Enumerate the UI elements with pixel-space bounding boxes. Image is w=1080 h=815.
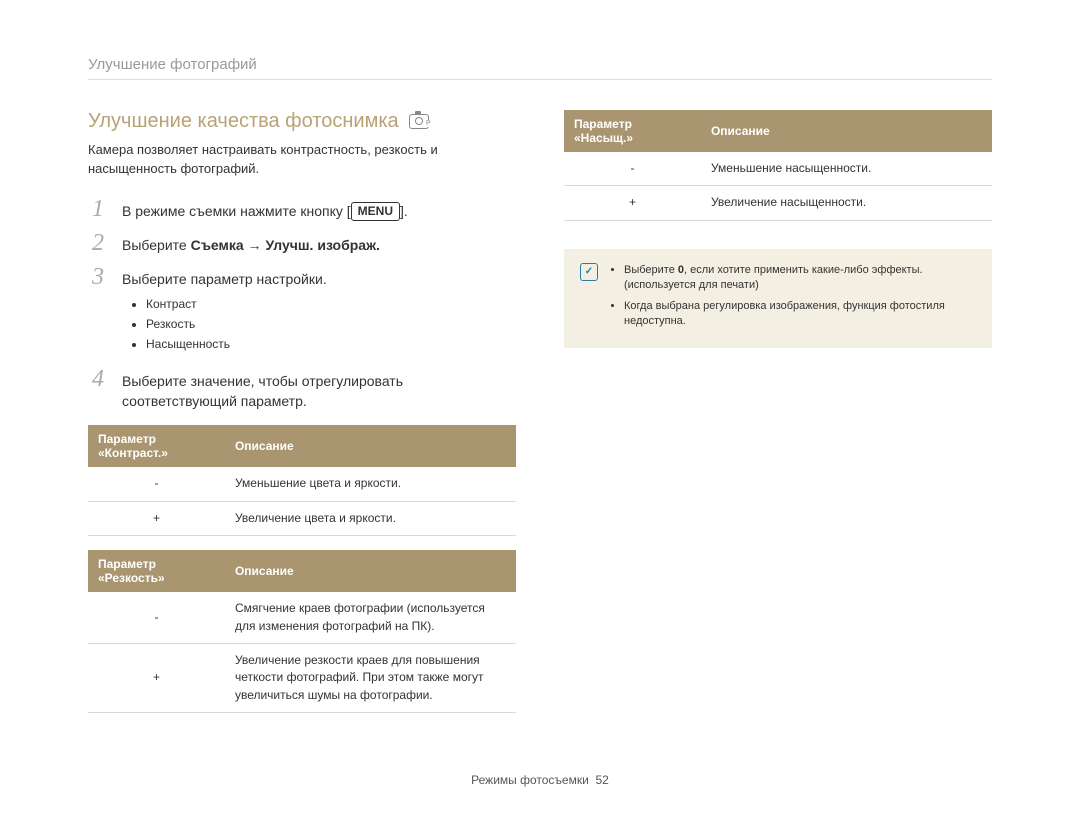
section-title-text: Улучшение качества фотоснимка: [88, 110, 399, 133]
table-row: + Увеличение цвета и яркости.: [88, 501, 516, 535]
cell-symbol: -: [88, 467, 225, 501]
step-number: 2: [88, 231, 108, 255]
th-desc: Описание: [701, 110, 992, 152]
step-3: 3 Выберите параметр настройки. Контраст …: [88, 265, 516, 356]
step-body: Выберите Съемка → Улучш. изображ.: [122, 231, 516, 255]
content-columns: Улучшение качества фотоснимка Камера поз…: [88, 110, 992, 713]
step-text-post: ].: [400, 203, 408, 219]
section-intro: Камера позволяет настраивать контрастнос…: [88, 141, 516, 179]
right-column: Параметр «Насыщ.» Описание - Уменьшение …: [564, 110, 992, 713]
table-saturation: Параметр «Насыщ.» Описание - Уменьшение …: [564, 110, 992, 221]
cell-symbol: +: [88, 501, 225, 535]
step-number: 4: [88, 367, 108, 391]
bullet-item: Насыщенность: [146, 336, 516, 353]
step-number: 3: [88, 265, 108, 289]
divider: [88, 79, 992, 80]
steps-list: 1 В режиме съемки нажмите кнопку [MENU].…: [88, 197, 516, 412]
footer-page: 52: [595, 773, 608, 787]
cell-symbol: +: [88, 644, 225, 713]
step-text-pre: Выберите: [122, 237, 191, 253]
step-text: Выберите значение, чтобы отрегулировать …: [122, 373, 403, 409]
section-title: Улучшение качества фотоснимка: [88, 110, 516, 133]
step-2: 2 Выберите Съемка → Улучш. изображ.: [88, 231, 516, 255]
note-item: Когда выбрана регулировка изображения, ф…: [624, 299, 976, 330]
bullet-item: Контраст: [146, 296, 516, 313]
note-list: Выберите 0, если хотите применить какие-…: [610, 263, 976, 335]
step-text-bold: Съемка → Улучш. изображ.: [191, 237, 380, 253]
cell-desc: Уменьшение цвета и яркости.: [225, 467, 516, 501]
bullet-item: Резкость: [146, 316, 516, 333]
step-1: 1 В режиме съемки нажмите кнопку [MENU].: [88, 197, 516, 221]
table-row: - Уменьшение цвета и яркости.: [88, 467, 516, 501]
step-body: Выберите значение, чтобы отрегулировать …: [122, 367, 516, 412]
note-icon: ✓: [580, 263, 598, 281]
page-footer: Режимы фотосъемки 52: [0, 773, 1080, 787]
cell-desc: Увеличение насыщенности.: [701, 186, 992, 220]
th-param: Параметр «Насыщ.»: [564, 110, 701, 152]
table-row: + Увеличение резкости краев для повышени…: [88, 644, 516, 713]
note-item: Выберите 0, если хотите применить какие-…: [624, 263, 976, 294]
step-body: Выберите параметр настройки. Контраст Ре…: [122, 265, 516, 356]
step-body: В режиме съемки нажмите кнопку [MENU].: [122, 197, 516, 221]
left-column: Улучшение качества фотоснимка Камера поз…: [88, 110, 516, 713]
cell-desc: Увеличение резкости краев для повышения …: [225, 644, 516, 713]
step-text-pre: В режиме съемки нажмите кнопку [: [122, 203, 351, 219]
table-sharpness: Параметр «Резкость» Описание - Смягчение…: [88, 550, 516, 713]
cell-desc: Увеличение цвета и яркости.: [225, 501, 516, 535]
table-row: - Уменьшение насыщенности.: [564, 152, 992, 186]
note-pre: Выберите: [624, 264, 678, 276]
th-param: Параметр «Контраст.»: [88, 425, 225, 467]
step-4: 4 Выберите значение, чтобы отрегулироват…: [88, 367, 516, 412]
cell-symbol: -: [564, 152, 701, 186]
note-box: ✓ Выберите 0, если хотите применить каки…: [564, 249, 992, 349]
cell-desc: Смягчение краев фотографии (используется…: [225, 592, 516, 643]
cell-symbol: +: [564, 186, 701, 220]
table-contrast: Параметр «Контраст.» Описание - Уменьшен…: [88, 425, 516, 536]
step-bullets: Контраст Резкость Насыщенность: [122, 296, 516, 354]
menu-button-label: MENU: [351, 202, 400, 221]
table-row: - Смягчение краев фотографии (использует…: [88, 592, 516, 643]
page-header: Улучшение фотографий: [88, 56, 992, 73]
footer-text: Режимы фотосъемки: [471, 773, 589, 787]
cell-symbol: -: [88, 592, 225, 643]
camera-icon: [409, 114, 429, 129]
step-text: Выберите параметр настройки.: [122, 271, 327, 287]
th-param: Параметр «Резкость»: [88, 550, 225, 592]
table-row: + Увеличение насыщенности.: [564, 186, 992, 220]
step-number: 1: [88, 197, 108, 221]
th-desc: Описание: [225, 425, 516, 467]
cell-desc: Уменьшение насыщенности.: [701, 152, 992, 186]
th-desc: Описание: [225, 550, 516, 592]
